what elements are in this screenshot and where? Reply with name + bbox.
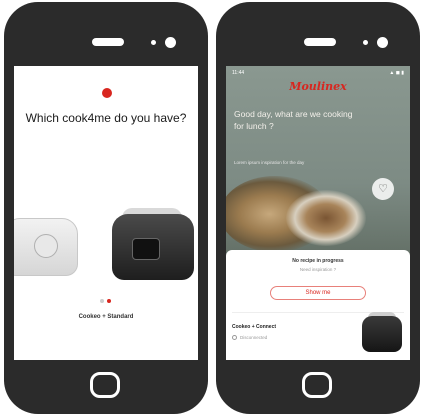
device-status: Disconnected [240,335,268,340]
food-image-secondary [286,190,366,246]
sensor-icon [151,40,156,45]
bottom-sheet: No recipe in progress Need inspiration ?… [226,250,410,360]
speaker-icon [304,38,336,46]
screen-model-select: Which cook4me do you have? Cookeo + Stan… [14,66,198,360]
pager-indicator [100,299,111,303]
phone-right: 11:44 ▲ ◼ ▮ Moulinex Good day, what are … [216,2,420,414]
home-button-icon[interactable] [302,372,332,398]
screen-home: 11:44 ▲ ◼ ▮ Moulinex Good day, what are … [226,66,410,360]
device-cooker-icon[interactable] [362,316,402,352]
speaker-icon [92,38,124,46]
sensor-icon [363,40,368,45]
sheet-subtitle: Need inspiration ? [299,267,337,272]
show-me-button[interactable]: Show me [270,286,366,300]
pager-dot[interactable] [100,299,104,303]
connection-status-icon [232,335,237,340]
sheet-title: No recipe in progress [292,258,344,264]
status-time: 11:44 [232,70,245,76]
cooker-dark-panel-icon [132,238,160,260]
brand-logo: Moulinex [289,80,347,93]
phone-left: Which cook4me do you have? Cookeo + Stan… [4,2,208,414]
camera-icon [377,37,388,48]
heart-icon[interactable]: ♡ [372,178,394,200]
status-icons: ▲ ◼ ▮ [389,70,404,76]
brand-logo-icon [102,88,112,98]
camera-icon [165,37,176,48]
model-question: Which cook4me do you have? [25,111,187,125]
cooker-white-panel-icon [34,234,58,258]
greeting-heading: Good day, what are we cooking for lunch … [234,109,353,131]
home-button-icon[interactable] [90,372,120,398]
pager-dot-active[interactable] [107,299,111,303]
model-label: Cookeo + Standard [78,314,134,320]
device-name[interactable]: Cookeo + Connect [232,324,276,330]
greeting-subtitle: Lorem ipsum inspiration for the day [234,160,305,165]
